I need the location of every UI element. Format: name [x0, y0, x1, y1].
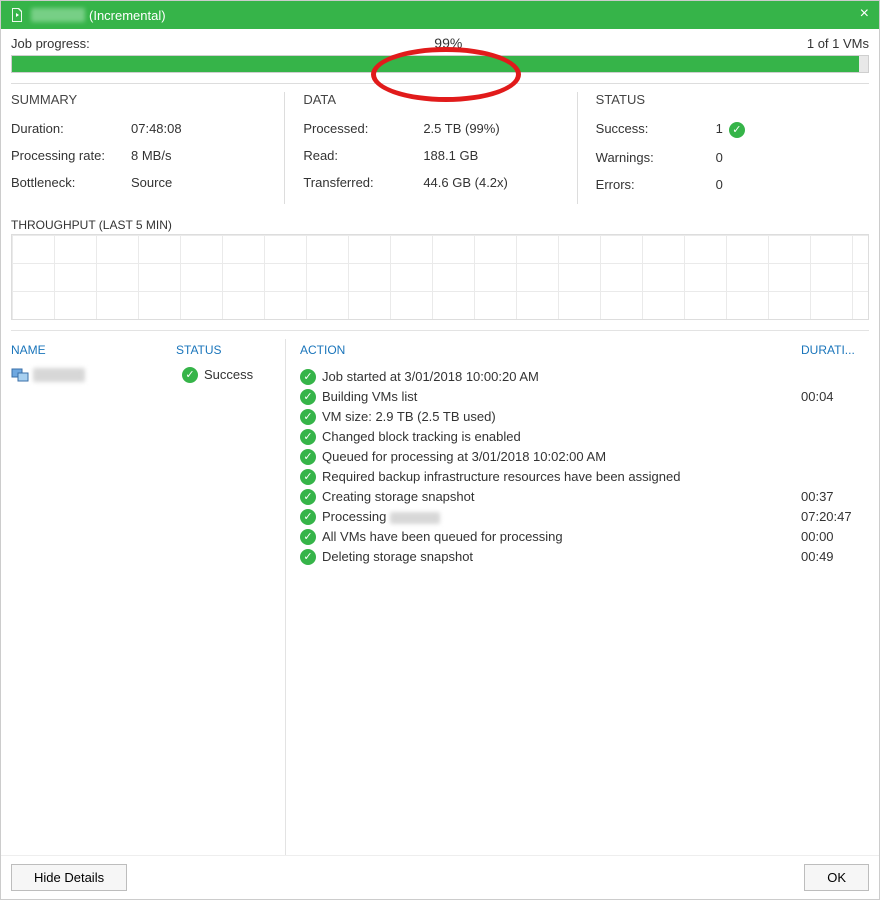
footer: Hide Details OK [1, 855, 879, 899]
action-row[interactable]: ✓ Job started at 3/01/2018 10:00:20 AM [300, 367, 869, 387]
vm-row[interactable]: ✓ Success [11, 367, 285, 383]
title-suffix: (Incremental) [89, 8, 166, 23]
action-row[interactable]: ✓ VM size: 2.9 TB (2.5 TB used) [300, 407, 869, 427]
processing-rate-label: Processing rate: [11, 148, 131, 163]
bottleneck-label: Bottleneck: [11, 175, 131, 190]
vm-name-redacted [33, 368, 85, 382]
processed-label: Processed: [303, 121, 423, 136]
check-icon: ✓ [182, 367, 198, 383]
action-duration: 00:04 [801, 389, 869, 404]
read-value: 188.1 GB [423, 148, 556, 163]
close-icon[interactable]: × [860, 5, 869, 23]
vm-list-pane: NAME STATUS ✓ Success [11, 339, 286, 856]
action-row[interactable]: ✓ Deleting storage snapshot00:49 [300, 547, 869, 567]
read-label: Read: [303, 148, 423, 163]
action-target-redacted [390, 512, 440, 524]
check-icon: ✓ [300, 389, 316, 405]
progress-bar [11, 55, 869, 73]
processed-value: 2.5 TB (99%) [423, 121, 556, 136]
errors-value: 0 [716, 177, 849, 192]
check-icon: ✓ [300, 529, 316, 545]
processing-rate-value: 8 MB/s [131, 148, 264, 163]
titlebar: (Incremental) × [1, 1, 879, 29]
errors-label: Errors: [596, 177, 716, 192]
action-text: Changed block tracking is enabled [322, 429, 801, 444]
vm-count-label: 1 of 1 VMs [807, 36, 869, 51]
success-value: 1✓ [716, 121, 849, 138]
throughput-title: THROUGHPUT (LAST 5 MIN) [11, 218, 869, 232]
name-header[interactable]: NAME [11, 343, 176, 357]
check-icon: ✓ [300, 549, 316, 565]
status-heading: STATUS [596, 92, 849, 107]
action-pane: ACTION DURATI... ✓ Job started at 3/01/20… [286, 339, 869, 856]
action-text: Job started at 3/01/2018 10:00:20 AM [322, 369, 801, 384]
status-column: STATUS Success:1✓ Warnings:0 Errors:0 [577, 92, 869, 204]
action-list[interactable]: ✓ Job started at 3/01/2018 10:00:20 AM ✓ Bu… [300, 367, 869, 856]
warnings-value: 0 [716, 150, 849, 165]
summary-column: SUMMARY Duration:07:48:08 Processing rat… [11, 92, 284, 204]
action-row[interactable]: ✓ All VMs have been queued for processing… [300, 527, 869, 547]
success-count: 1 [716, 121, 723, 136]
ok-button[interactable]: OK [804, 864, 869, 891]
check-icon: ✓ [729, 122, 745, 138]
action-row[interactable]: ✓ Queued for processing at 3/01/2018 10:0… [300, 447, 869, 467]
job-progress-label: Job progress: [11, 36, 90, 51]
duration-value: 07:48:08 [131, 121, 264, 136]
vm-status-text: Success [204, 367, 253, 382]
action-row[interactable]: ✓ Changed block tracking is enabled [300, 427, 869, 447]
progress-percent: 99% [90, 35, 807, 51]
transferred-label: Transferred: [303, 175, 423, 190]
action-duration: 00:00 [801, 529, 869, 544]
transferred-value: 44.6 GB (4.2x) [423, 175, 556, 190]
action-header[interactable]: ACTION [300, 343, 801, 357]
action-row[interactable]: ✓ Creating storage snapshot00:37 [300, 487, 869, 507]
check-icon: ✓ [300, 509, 316, 525]
check-icon: ✓ [300, 429, 316, 445]
vm-icon [11, 367, 29, 383]
status-header[interactable]: STATUS [176, 343, 222, 357]
action-text: VM size: 2.9 TB (2.5 TB used) [322, 409, 801, 424]
action-row[interactable]: ✓ Required backup infrastructure resource… [300, 467, 869, 487]
hide-details-button[interactable]: Hide Details [11, 864, 127, 891]
warnings-label: Warnings: [596, 150, 716, 165]
action-duration: 00:49 [801, 549, 869, 564]
action-text: Creating storage snapshot [322, 489, 801, 504]
job-name-redacted [31, 8, 85, 22]
action-text: All VMs have been queued for processing [322, 529, 801, 544]
stats-panel: SUMMARY Duration:07:48:08 Processing rat… [1, 84, 879, 218]
check-icon: ✓ [300, 369, 316, 385]
action-text: Deleting storage snapshot [322, 549, 801, 564]
action-duration: 00:37 [801, 489, 869, 504]
check-icon: ✓ [300, 469, 316, 485]
throughput-section: THROUGHPUT (LAST 5 MIN) [1, 218, 879, 320]
bottleneck-value: Source [131, 175, 264, 190]
action-row[interactable]: ✓ Building VMs list00:04 [300, 387, 869, 407]
action-text: Queued for processing at 3/01/2018 10:02… [322, 449, 801, 464]
details-split: NAME STATUS ✓ Success ACTION DURATI... ✓… [11, 330, 869, 856]
summary-heading: SUMMARY [11, 92, 264, 107]
check-icon: ✓ [300, 449, 316, 465]
duration-header[interactable]: DURATI... [801, 343, 869, 357]
check-icon: ✓ [300, 409, 316, 425]
data-column: DATA Processed:2.5 TB (99%) Read:188.1 G… [284, 92, 576, 204]
success-label: Success: [596, 121, 716, 138]
progress-section: Job progress: 99% 1 of 1 VMs [1, 29, 879, 83]
check-icon: ✓ [300, 489, 316, 505]
action-row[interactable]: ✓ Processing 07:20:47 [300, 507, 869, 527]
action-text: Processing [322, 509, 801, 524]
throughput-chart [11, 234, 869, 320]
duration-label: Duration: [11, 121, 131, 136]
document-arrow-icon [9, 7, 25, 23]
action-duration: 07:20:47 [801, 509, 869, 524]
action-text: Required backup infrastructure resources… [322, 469, 801, 484]
progress-bar-fill [12, 56, 859, 72]
data-heading: DATA [303, 92, 556, 107]
job-progress-window: (Incremental) × Job progress: 99% 1 of 1… [0, 0, 880, 900]
action-text: Building VMs list [322, 389, 801, 404]
